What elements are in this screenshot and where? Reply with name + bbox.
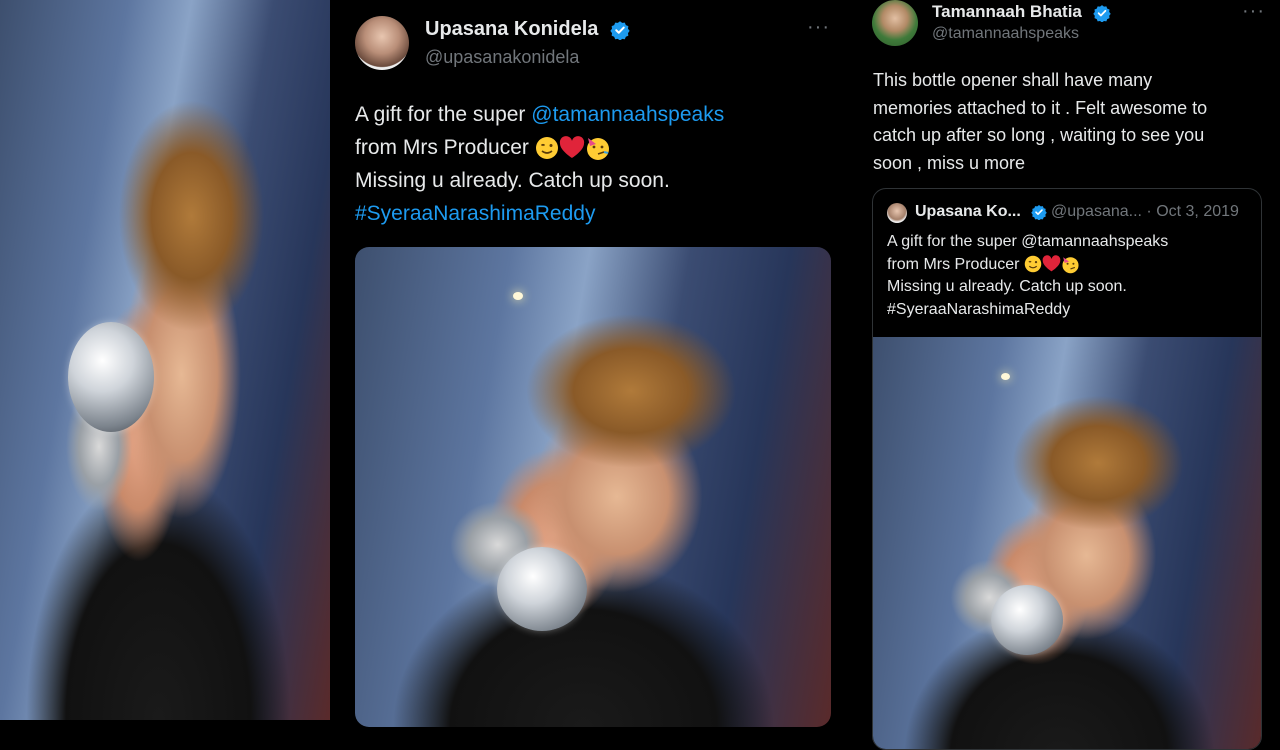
wink-face-icon	[535, 137, 558, 160]
display-name-text[interactable]: Upasana Ko...	[915, 203, 1021, 220]
verified-badge-icon	[1092, 4, 1111, 22]
avatar[interactable]	[887, 203, 907, 223]
quoted-tweet-text: A gift for the super @tamannaahspeaks fr…	[887, 231, 1168, 321]
text-line: soon , miss u more	[873, 152, 1026, 173]
quoted-tweet[interactable]: Upasana Ko... @upasana... · Oct 3, 2019 …	[872, 188, 1262, 750]
text-line: catch up after so long , waiting to see …	[873, 125, 1205, 145]
ring	[497, 547, 587, 631]
wink-face-icon	[1024, 256, 1042, 273]
display-name-text[interactable]: Tamannaah Bhatia	[932, 2, 1082, 21]
partying-face-icon	[586, 138, 609, 161]
text-line: Missing u already. Catch up soon.	[887, 278, 1127, 295]
handle[interactable]: @tamannaahspeaks	[932, 25, 1079, 43]
ceiling-light	[1001, 373, 1010, 380]
ring	[68, 322, 154, 432]
text-line: A gift for the super	[355, 103, 532, 126]
text-line: A gift for the super @tamannaahspeaks	[887, 233, 1169, 250]
text-line: memories attached to it . Felt awesome t…	[873, 97, 1208, 118]
tweet-text: A gift for the super @tamannaahspeaks fr…	[355, 98, 724, 230]
tweet-upasana[interactable]: Upasana Konidela @upasanakonidela ··· A …	[333, 0, 850, 727]
text-line: from Mrs Producer	[887, 255, 1020, 273]
display-name-text[interactable]: Upasana Konidela	[425, 18, 598, 40]
text-line: #SyeraaNarashimaReddy	[887, 300, 1071, 318]
handle[interactable]: @upasanakonidela	[425, 47, 579, 68]
ceiling-light	[513, 292, 523, 300]
red-heart-icon	[559, 136, 584, 159]
more-options-icon[interactable]: ···	[1242, 0, 1265, 23]
text-line: Missing u already. Catch up soon.	[355, 169, 670, 192]
text-line: This bottle opener shall have many	[873, 70, 1153, 90]
tweet-tamannaah[interactable]: Tamannaah Bhatia @tamannaahspeaks ··· Th…	[852, 0, 1280, 750]
more-options-icon[interactable]: ···	[807, 16, 830, 39]
verified-badge-icon	[610, 20, 630, 40]
tweet-media-photo[interactable]	[355, 247, 831, 727]
avatar[interactable]	[872, 0, 918, 46]
verified-badge-icon	[1031, 204, 1047, 220]
text-line: from Mrs Producer	[355, 136, 529, 159]
avatar[interactable]	[355, 16, 409, 70]
display-name[interactable]: Upasana Konidela	[425, 18, 630, 41]
partying-face-icon	[1062, 256, 1079, 274]
quoted-tweet-media-photo[interactable]	[873, 337, 1261, 749]
red-heart-icon	[1042, 255, 1061, 272]
tweet-text: This bottle opener shall have many memor…	[873, 67, 1207, 177]
handle-and-date[interactable]: @upasana... · Oct 3, 2019	[1051, 203, 1239, 221]
display-name[interactable]: Tamannaah Bhatia	[932, 2, 1111, 22]
ring	[991, 585, 1063, 655]
hashtag-link[interactable]: #SyeraaNarashimaReddy	[355, 197, 724, 230]
left-photo	[0, 0, 330, 720]
display-name[interactable]: Upasana Ko...	[915, 203, 1047, 221]
mention-link[interactable]: @tamannaahspeaks	[531, 103, 724, 126]
